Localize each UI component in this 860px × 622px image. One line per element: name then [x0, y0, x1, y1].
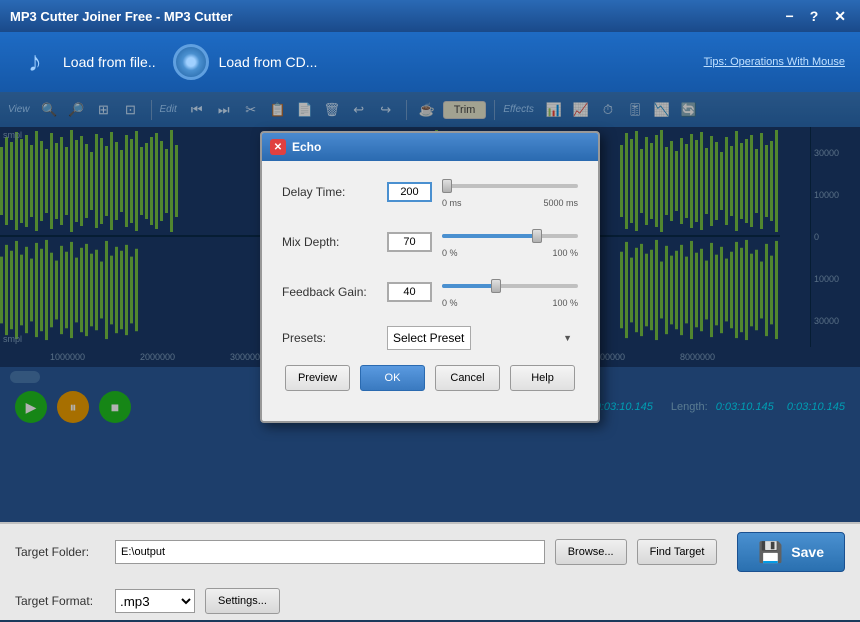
save-icon: 💾 — [758, 540, 783, 565]
slider-thumb-fb[interactable] — [491, 279, 501, 293]
mix-max-label: 100 % — [552, 248, 578, 258]
dialog-title: Echo — [292, 140, 321, 154]
presets-label: Presets: — [282, 331, 377, 345]
dialog-close-button[interactable]: ✕ — [270, 139, 286, 155]
find-target-button[interactable]: Find Target — [637, 539, 718, 565]
fb-min-label: 0 % — [442, 298, 458, 308]
echo-dialog: ✕ Echo Delay Time: 0 — [260, 131, 600, 423]
slider-thumb-mix[interactable] — [532, 229, 542, 243]
target-folder-label: Target Folder: — [15, 545, 105, 559]
feedback-gain-row: Feedback Gain: 0 % 100 % — [282, 276, 578, 308]
target-format-label: Target Format: — [15, 594, 105, 608]
help-button[interactable]: ? — [806, 8, 823, 25]
cancel-button[interactable]: Cancel — [435, 365, 500, 391]
slider-rail — [442, 184, 578, 188]
ok-button[interactable]: OK — [360, 365, 425, 391]
mix-depth-slider[interactable] — [442, 226, 578, 246]
format-select[interactable]: .mp3 — [115, 589, 195, 613]
target-folder-row: Target Folder: Browse... Find Target 💾 S… — [0, 524, 860, 580]
title-bar: MP3 Cutter Joiner Free - MP3 Cutter − ? … — [0, 0, 860, 32]
modal-overlay: ✕ Echo Delay Time: 0 — [0, 92, 860, 522]
slider-fill-fb — [442, 284, 496, 288]
cd-icon — [171, 42, 211, 82]
delay-min-label: 0 ms — [442, 198, 462, 208]
main-area: View 🔍 🔎 ⊞ ⊡ Edit ⏮ ⏭ ✂ 📋 📄 🗑 ↩ ↪ ☕ Trim… — [0, 92, 860, 522]
help-button[interactable]: Help — [510, 365, 575, 391]
mix-depth-slider-area: 0 % 100 % — [442, 226, 578, 258]
minimize-button[interactable]: − — [782, 8, 798, 25]
load-cd-label: Load from CD... — [219, 54, 318, 70]
save-label: Save — [791, 544, 824, 560]
music-note-icon: ♪ — [15, 42, 55, 82]
browse-button[interactable]: Browse... — [555, 539, 627, 565]
mix-depth-row: Mix Depth: 0 % 100 % — [282, 226, 578, 258]
presets-row: Presets: Select Preset — [282, 326, 578, 350]
delay-time-slider-area: 0 ms 5000 ms — [442, 176, 578, 208]
echo-title-bar: ✕ Echo — [262, 133, 598, 161]
delay-time-slider[interactable] — [442, 176, 578, 196]
target-format-row: Target Format: .mp3 Settings... — [0, 580, 860, 622]
delay-max-label: 5000 ms — [543, 198, 578, 208]
tips-link[interactable]: Tips: Operations With Mouse — [704, 56, 845, 68]
slider-fill-mix — [442, 234, 537, 238]
delay-time-input[interactable] — [387, 182, 432, 202]
fb-slider-labels: 0 % 100 % — [442, 298, 578, 308]
delay-time-label: Delay Time: — [282, 185, 377, 199]
load-cd-button[interactable]: Load from CD... — [171, 42, 318, 82]
preview-button[interactable]: Preview — [285, 365, 350, 391]
load-file-button[interactable]: ♪ Load from file.. — [15, 42, 156, 82]
feedback-gain-label: Feedback Gain: — [282, 285, 377, 299]
mix-slider-labels: 0 % 100 % — [442, 248, 578, 258]
mix-min-label: 0 % — [442, 248, 458, 258]
settings-button[interactable]: Settings... — [205, 588, 280, 614]
header-toolbar: ♪ Load from file.. Load from CD... Tips:… — [0, 32, 860, 92]
feedback-gain-slider[interactable] — [442, 276, 578, 296]
echo-body: Delay Time: 0 ms 5000 ms — [262, 161, 598, 421]
window-controls: − ? ✕ — [782, 8, 850, 25]
close-button[interactable]: ✕ — [830, 8, 850, 25]
presets-select-wrapper: Select Preset — [387, 326, 578, 350]
mix-depth-label: Mix Depth: — [282, 235, 377, 249]
slider-thumb[interactable] — [442, 179, 452, 193]
feedback-gain-slider-area: 0 % 100 % — [442, 276, 578, 308]
mix-depth-input[interactable] — [387, 232, 432, 252]
load-file-label: Load from file.. — [63, 54, 156, 70]
delay-time-row: Delay Time: 0 ms 5000 ms — [282, 176, 578, 208]
dialog-buttons: Preview OK Cancel Help — [282, 365, 578, 406]
save-button[interactable]: 💾 Save — [737, 532, 845, 572]
bottom-bar: Target Folder: Browse... Find Target 💾 S… — [0, 522, 860, 620]
target-folder-input[interactable] — [115, 540, 545, 564]
delay-slider-labels: 0 ms 5000 ms — [442, 198, 578, 208]
app-title: MP3 Cutter Joiner Free - MP3 Cutter — [10, 9, 782, 24]
feedback-gain-input[interactable] — [387, 282, 432, 302]
fb-max-label: 100 % — [552, 298, 578, 308]
presets-select[interactable]: Select Preset — [387, 326, 471, 350]
